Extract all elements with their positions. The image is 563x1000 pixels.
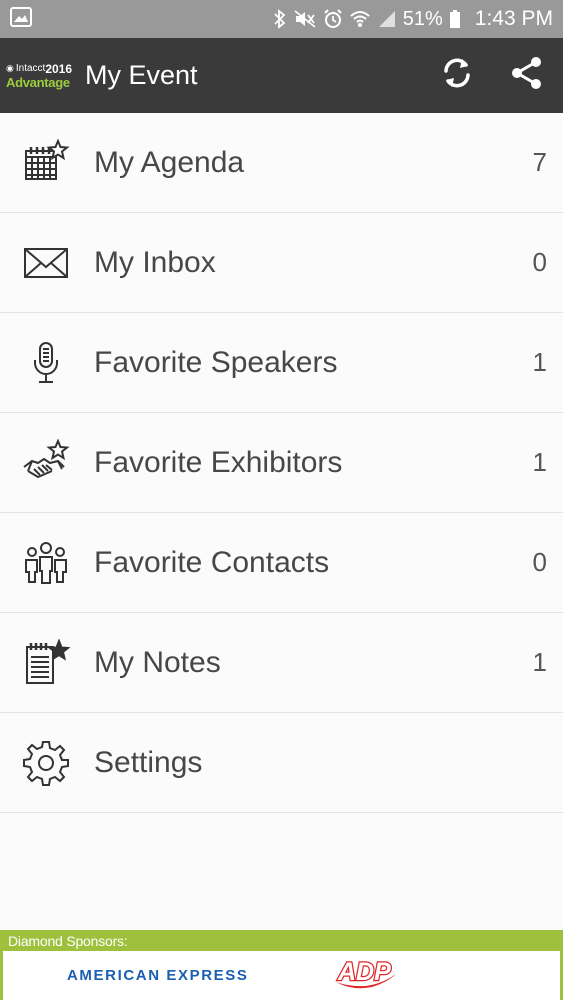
svg-text:ADP: ADP <box>337 958 391 986</box>
people-icon <box>22 539 70 587</box>
alarm-icon <box>323 9 343 29</box>
menu-item-label: Settings <box>94 745 203 779</box>
menu-item-label: Favorite Speakers <box>94 345 338 379</box>
american-express-logo[interactable]: AMERICAN EXPRESS <box>67 967 248 984</box>
app-logo: ◉ Intacct 2016 Advantage <box>6 61 73 90</box>
mute-icon <box>293 9 317 29</box>
envelope-icon <box>22 239 70 287</box>
menu-item-my-notes[interactable]: My Notes 1 <box>0 613 563 713</box>
count-badge: 0 <box>532 247 547 277</box>
count-badge: 0 <box>532 547 547 577</box>
share-icon[interactable] <box>509 55 545 96</box>
battery-icon <box>449 9 461 29</box>
count-badge: 7 <box>532 147 547 177</box>
sponsor-logos: AMERICAN EXPRESS ADP ADP <box>3 951 560 1000</box>
sponsors-title: Diamond Sponsors: <box>8 933 128 949</box>
count-badge: 1 <box>532 447 547 477</box>
menu-item-label: Favorite Exhibitors <box>94 445 343 479</box>
count-badge: 1 <box>532 647 547 677</box>
count-badge: 1 <box>532 347 547 377</box>
wifi-icon <box>349 9 371 29</box>
signal-icon <box>377 9 397 29</box>
clock: 1:43 PM <box>474 7 553 30</box>
menu-item-favorite-speakers[interactable]: Favorite Speakers 1 <box>0 313 563 413</box>
my-event-menu: My Agenda 7 My Inbox 0 Favorite Speakers… <box>0 113 563 813</box>
menu-item-label: My Notes <box>94 645 221 679</box>
menu-item-favorite-contacts[interactable]: Favorite Contacts 0 <box>0 513 563 613</box>
page-title: My Event <box>85 60 198 90</box>
gear-icon <box>22 739 70 787</box>
menu-item-label: Favorite Contacts <box>94 545 330 579</box>
menu-item-label: My Agenda <box>94 145 245 179</box>
sponsors-banner[interactable]: Diamond Sponsors: AMERICAN EXPRESS ADP A… <box>0 930 563 1000</box>
menu-item-settings[interactable]: Settings <box>0 713 563 813</box>
notepad-star-icon <box>22 638 70 687</box>
menu-item-favorite-exhibitors[interactable]: Favorite Exhibitors 1 <box>0 413 563 513</box>
gallery-notification-icon <box>10 6 32 32</box>
menu-item-my-agenda[interactable]: My Agenda 7 <box>0 113 563 213</box>
handshake-star-icon <box>22 438 70 487</box>
status-bar: 51% 1:43 PM <box>0 0 563 38</box>
sync-icon[interactable] <box>439 55 475 96</box>
menu-item-label: My Inbox <box>94 245 216 279</box>
calendar-star-icon <box>22 138 70 187</box>
microphone-icon <box>22 339 70 387</box>
battery-percent: 51% <box>402 7 443 30</box>
menu-item-my-inbox[interactable]: My Inbox 0 <box>0 213 563 313</box>
bluetooth-icon <box>273 9 287 29</box>
adp-logo[interactable]: ADP ADP <box>334 956 398 995</box>
app-bar: ◉ Intacct 2016 Advantage My Event <box>0 38 563 113</box>
